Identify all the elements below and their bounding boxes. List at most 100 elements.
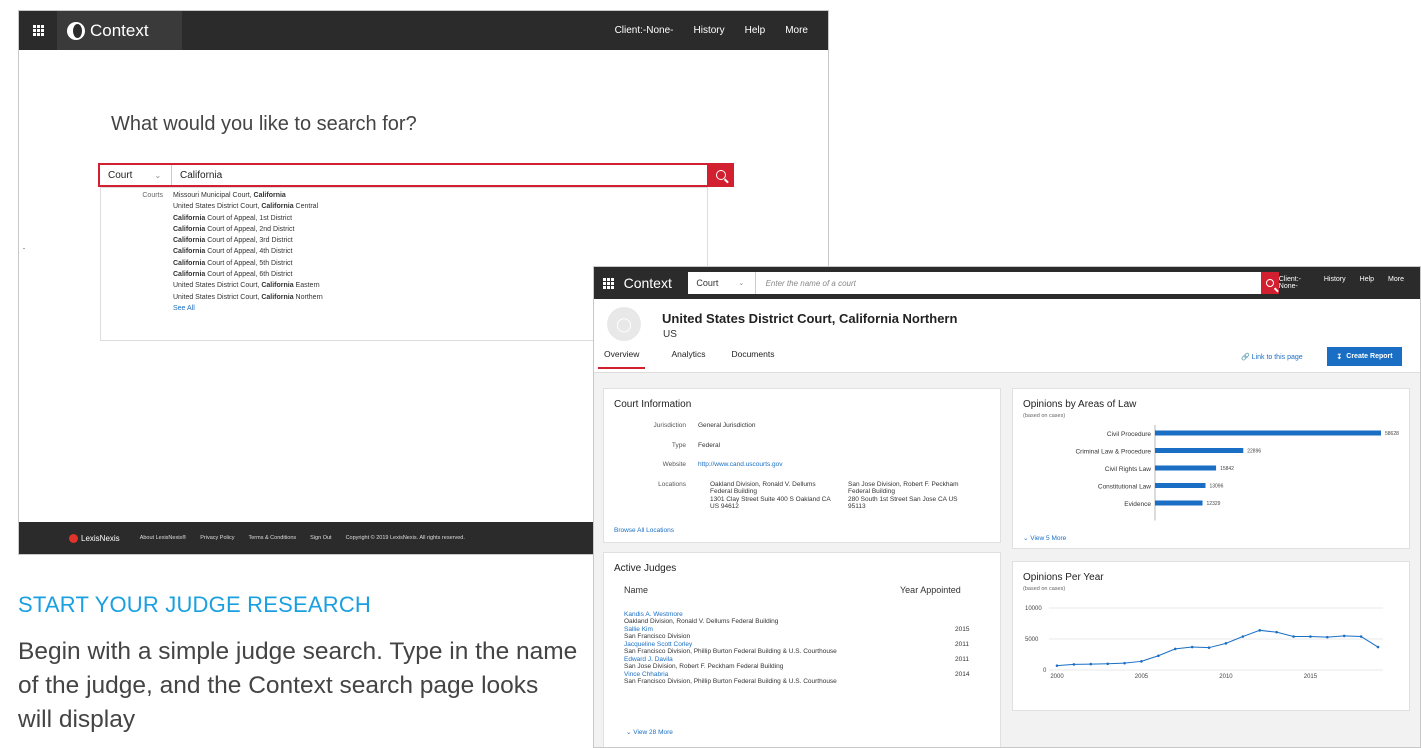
bar[interactable] <box>1155 500 1203 506</box>
footer-link-terms[interactable]: Terms & Conditions <box>248 535 296 541</box>
court-title: United States District Court, California… <box>662 311 958 326</box>
search-type-select[interactable]: Court ⌄ <box>688 272 756 294</box>
judge-row: Sallie Kim San Francisco Division <box>624 626 690 640</box>
bar[interactable] <box>1155 465 1217 471</box>
x-tick-label: 2010 <box>1219 674 1233 680</box>
link-to-page[interactable]: 🔗 Link to this page <box>1241 353 1303 361</box>
view-more-judges[interactable]: ⌄ View 28 More <box>626 728 673 736</box>
dropdown-item[interactable]: United States District Court, California… <box>173 201 323 212</box>
bar[interactable] <box>1155 448 1244 453</box>
data-point[interactable] <box>1342 634 1346 638</box>
judge-name-link[interactable]: Sallie Kim <box>624 626 690 633</box>
item-text: Court of Appeal, 1st District <box>205 214 293 222</box>
x-tick-label: 2015 <box>1304 674 1318 680</box>
dropdown-item[interactable]: California Court of Appeal, 4th District <box>173 246 323 257</box>
item-match: California <box>261 203 294 211</box>
data-point[interactable] <box>1055 664 1059 667</box>
data-point[interactable] <box>1309 635 1312 638</box>
data-point[interactable] <box>1207 646 1211 649</box>
judge-name-link[interactable]: Vince Chhabria <box>624 671 837 678</box>
bar[interactable] <box>1155 430 1381 436</box>
judge-division: San Jose Division, Robert F. Peckham Fed… <box>624 663 784 671</box>
court-information-card: Court Information Jurisdiction General J… <box>603 388 1001 543</box>
apps-grid-icon[interactable] <box>594 267 624 299</box>
opinions-per-year-card: Opinions Per Year (based on cases) 0 5000… <box>1012 561 1410 711</box>
data-point[interactable] <box>1173 647 1177 651</box>
bar-category-label: Constitutional Law <box>1098 484 1151 491</box>
data-point[interactable] <box>1190 645 1194 649</box>
apps-grid-icon[interactable] <box>19 11 57 50</box>
search-type-select[interactable]: Court ⌄ <box>100 165 172 185</box>
dropdown-item[interactable]: United States District Court, California… <box>173 292 323 303</box>
dropdown-item[interactable]: United States District Court, California… <box>173 280 323 291</box>
tab-overview[interactable]: Overview <box>598 349 646 369</box>
judge-year: 2015 <box>955 626 970 633</box>
judge-name-link[interactable]: Kandis A. Westmore <box>624 611 778 618</box>
data-point[interactable] <box>1292 635 1295 638</box>
y-tick-label: 0 <box>1043 668 1047 674</box>
bar[interactable] <box>1155 483 1206 488</box>
data-point[interactable] <box>1072 663 1076 666</box>
search-input[interactable]: California <box>172 170 222 181</box>
nav-more[interactable]: More <box>785 25 808 36</box>
data-point[interactable] <box>1241 635 1245 638</box>
judge-name-link[interactable]: Jacqueline Scott Corley <box>624 641 837 648</box>
website-link[interactable]: http://www.cand.uscourts.gov <box>698 461 783 468</box>
data-point[interactable] <box>1326 635 1329 639</box>
data-point[interactable] <box>1106 662 1109 666</box>
judge-name-link[interactable]: Edward J. Davila <box>624 656 783 663</box>
tab-analytics[interactable]: Analytics <box>671 349 705 369</box>
see-all-link[interactable]: See All <box>173 303 323 314</box>
data-point[interactable] <box>1275 630 1278 634</box>
dropdown-item[interactable]: Missouri Municipal Court, California <box>173 190 323 201</box>
dropdown-category-label: Courts <box>142 192 163 199</box>
create-report-button[interactable]: ↧ Create Report <box>1327 347 1402 366</box>
footer-link-privacy[interactable]: Privacy Policy <box>200 535 234 541</box>
data-point[interactable] <box>1224 642 1228 645</box>
dropdown-item[interactable]: California Court of Appeal, 5th District <box>173 258 323 269</box>
data-point[interactable] <box>1376 645 1380 649</box>
data-point[interactable] <box>1089 662 1093 666</box>
dropdown-item[interactable]: California Court of Appeal, 1st District <box>173 213 323 224</box>
brand[interactable]: Context <box>57 11 182 50</box>
lexisnexis-logo: LexisNexis <box>69 533 120 543</box>
top-bar: Context Client:-None- History Help More <box>19 11 828 50</box>
footer-link-about[interactable]: About LexisNexis® <box>140 535 187 541</box>
row-website: Website http://www.cand.uscourts.gov <box>604 461 783 468</box>
data-point[interactable] <box>1258 629 1262 632</box>
search-button[interactable] <box>1261 272 1279 294</box>
data-point[interactable] <box>1359 635 1363 638</box>
top-bar: Context Court ⌄ Enter the name of a cour… <box>594 267 1420 299</box>
data-point[interactable] <box>1123 661 1126 665</box>
card-title: Opinions by Areas of Law <box>1023 399 1137 410</box>
value-type: Federal <box>698 442 721 449</box>
bar-value-label: 12329 <box>1207 501 1221 507</box>
nav-client[interactable]: Client:-None- <box>1279 276 1310 290</box>
nav-help[interactable]: Help <box>1360 276 1374 290</box>
location-san-jose: San Jose Division, Robert F. Peckham Fed… <box>848 481 959 511</box>
browse-locations-link[interactable]: Browse All Locations <box>614 527 674 534</box>
nav-history[interactable]: History <box>1324 276 1346 290</box>
nav-help[interactable]: Help <box>745 25 766 36</box>
view-more-areas[interactable]: ⌄ View 5 More <box>1023 534 1066 542</box>
data-point[interactable] <box>1157 654 1160 658</box>
data-point[interactable] <box>1140 660 1143 663</box>
nav-history[interactable]: History <box>694 25 725 36</box>
dropdown-item[interactable]: California Court of Appeal, 3rd District <box>173 235 323 246</box>
nav-more[interactable]: More <box>1388 276 1404 290</box>
dropdown-item[interactable]: California Court of Appeal, 6th District <box>173 269 323 280</box>
tab-documents[interactable]: Documents <box>731 349 774 369</box>
footer-link-signout[interactable]: Sign Out <box>310 535 331 541</box>
divider <box>23 248 25 249</box>
label-website: Website <box>662 461 686 468</box>
search-button[interactable] <box>708 163 734 187</box>
tab-bar: Overview Analytics Documents <box>598 349 774 369</box>
brand-name[interactable]: Context <box>624 275 689 291</box>
nav-client[interactable]: Client:-None- <box>615 25 674 36</box>
search-input[interactable]: Enter the name of a court <box>755 272 1262 294</box>
item-text: Court of Appeal, 5th District <box>205 259 293 267</box>
bar-category-label: Civil Procedure <box>1107 431 1151 438</box>
item-text: Court of Appeal, 2nd District <box>205 225 295 233</box>
dropdown-item[interactable]: California Court of Appeal, 2nd District <box>173 224 323 235</box>
item-text: United States District Court, <box>173 203 262 211</box>
